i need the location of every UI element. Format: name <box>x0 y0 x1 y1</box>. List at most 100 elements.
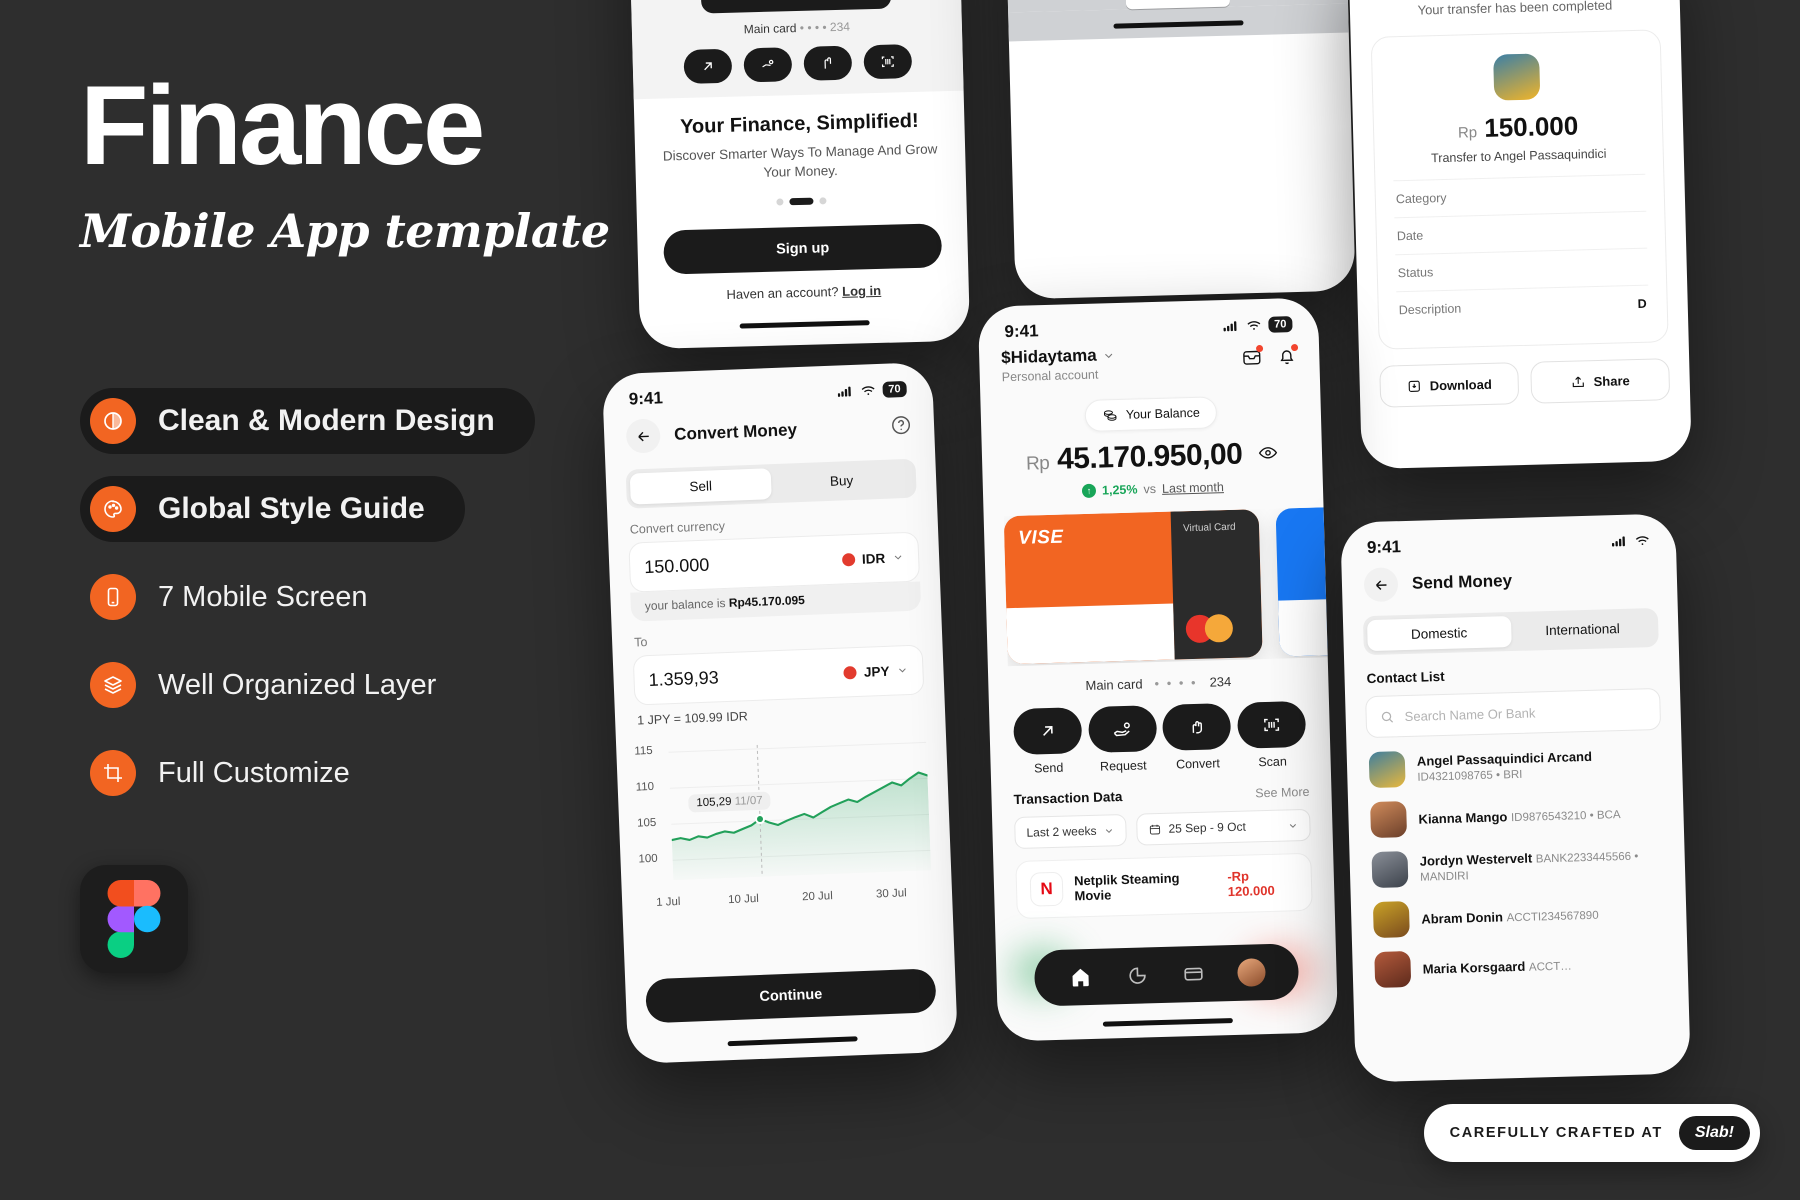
transaction-row[interactable]: N Netplik Steaming Movie -Rp 120.000 <box>1015 852 1313 920</box>
transaction-filters: Last 2 weeks 25 Sep - 9 Oct <box>1014 808 1311 850</box>
pie-chart-icon[interactable] <box>1124 962 1151 989</box>
merchant-logo-icon: N <box>1029 871 1064 907</box>
filter-date-value: 25 Sep - 9 Oct <box>1168 819 1247 836</box>
feature-label: Global Style Guide <box>158 492 425 525</box>
list-item[interactable]: Jordyn Westervelt BANK2233445566 • MANDI… <box>1371 844 1663 889</box>
to-currency-select[interactable]: JPY <box>843 663 909 680</box>
dot[interactable] <box>819 197 827 205</box>
signup-button[interactable]: Sign up <box>663 223 943 275</box>
see-more-link[interactable]: See More <box>1255 784 1310 800</box>
search-input[interactable]: Search Name Or Bank <box>1365 687 1662 739</box>
home-indicator <box>727 1036 858 1047</box>
filter-period-select[interactable]: Last 2 weeks <box>1014 813 1127 850</box>
contact-id: ACCTI234567890 <box>1506 909 1599 924</box>
from-currency-select[interactable]: IDR <box>841 550 905 567</box>
contact-id: ID4321098765 • BRI <box>1417 768 1523 784</box>
list-item[interactable]: Abram Donin ACCTI234567890 <box>1372 894 1665 939</box>
delta-period[interactable]: Last month <box>1162 480 1224 496</box>
avatar <box>1374 950 1412 988</box>
inbox-icon[interactable] <box>1241 347 1263 372</box>
login-link[interactable]: Log in <box>842 283 881 299</box>
download-button[interactable]: Download <box>1379 362 1520 408</box>
flag-icon <box>843 665 858 680</box>
chevron-down-icon <box>1105 353 1113 358</box>
screen-transfer-success: Transfer Successful Your transfer has be… <box>1348 0 1692 470</box>
feature-item-full-customize: Full Customize <box>80 740 390 806</box>
help-button[interactable] <box>890 413 913 439</box>
screen-title: Send Money <box>1411 571 1513 593</box>
tab-buy[interactable]: Buy <box>771 463 913 499</box>
wifi-icon <box>861 386 875 396</box>
feature-list: Clean & Modern Design Global Style Guide <box>80 388 680 806</box>
tab-domestic[interactable]: Domestic <box>1366 616 1512 652</box>
tab-international[interactable]: International <box>1510 612 1654 647</box>
card-expiry: E <box>1292 630 1301 643</box>
home-icon[interactable] <box>1067 964 1094 991</box>
contact-name: Abram Donin <box>1421 908 1504 927</box>
chevron-down-icon <box>894 555 902 560</box>
download-label: Download <box>1429 376 1492 393</box>
continue-button[interactable]: Continue <box>645 968 937 1024</box>
convert-icon[interactable] <box>803 45 853 81</box>
barcode-scan-icon <box>1236 700 1307 749</box>
balance-value: 45.170.950,00 <box>1056 437 1243 476</box>
home-indicator <box>1113 20 1244 29</box>
trend-up-icon: ↑ <box>1081 483 1097 499</box>
row-label: Description <box>1398 301 1462 318</box>
filter-date-range[interactable]: 25 Sep - 9 Oct <box>1136 808 1311 846</box>
share-button[interactable]: Share <box>1530 358 1671 404</box>
action-send[interactable]: Send <box>1011 707 1085 776</box>
feature-item-7-mobile-screen: 7 Mobile Screen <box>80 564 408 630</box>
card-front: H E <box>1276 507 1328 656</box>
list-item[interactable]: Maria Korsgaard ACCT… <box>1374 944 1666 988</box>
chevron-down-icon <box>899 668 906 673</box>
feature-item-global-style-guide: Global Style Guide <box>80 476 465 542</box>
receipt-card: Rp 150.000 Transfer to Angel Passaquindi… <box>1370 29 1669 350</box>
studio-logo: Slab! <box>1678 1116 1750 1150</box>
card-secondary[interactable]: H E <box>1275 507 1328 657</box>
notification-bell-icon[interactable] <box>1276 346 1298 371</box>
send-tabs: Domestic International <box>1362 607 1659 656</box>
home-indicator <box>1102 1018 1233 1027</box>
dot[interactable] <box>776 198 784 206</box>
download-icon <box>1408 380 1420 392</box>
list-item[interactable]: Angel Passaquindici Arcand ID4321098765 … <box>1368 744 1661 789</box>
avatar <box>1370 801 1408 839</box>
dot-active[interactable] <box>789 197 814 206</box>
eye-toggle-icon[interactable] <box>1258 437 1279 471</box>
feature-item-well-organized-layer: Well Organized Layer <box>80 652 476 718</box>
main-card-label: Main card <box>1085 676 1143 694</box>
avatar[interactable] <box>1236 958 1266 987</box>
action-request[interactable]: Request <box>1086 705 1160 774</box>
send-icon[interactable] <box>683 48 733 84</box>
card-carousel[interactable]: VISE Hidaytama Irsadanar Exp 09/25 Virtu… <box>1003 507 1328 666</box>
action-scan[interactable]: Scan <box>1235 700 1309 770</box>
action-convert[interactable]: Convert <box>1160 702 1234 772</box>
card-primary[interactable]: VISE Hidaytama Irsadanar Exp 09/25 Virtu… <box>1003 509 1263 665</box>
account-switcher[interactable]: $Hidaytama <box>1001 345 1116 368</box>
contact-account: ID9876543210 <box>1510 809 1587 824</box>
request-icon[interactable] <box>743 47 793 83</box>
balance-chip[interactable]: Your Balance <box>1084 396 1218 432</box>
receipt-row-description: Description D <box>1396 284 1650 329</box>
battery-level: 70 <box>1267 316 1293 333</box>
contact-account: ID4321098765 <box>1417 769 1494 784</box>
balance-currency: Rp <box>1025 452 1050 475</box>
y-tick-100: 100 <box>638 852 658 866</box>
status-time: 9:41 <box>1004 321 1039 342</box>
scan-icon[interactable] <box>863 44 913 80</box>
hand-icon <box>1162 702 1232 751</box>
onboarding-description: Discover Smarter Ways To Manage And Grow… <box>662 141 938 180</box>
back-button[interactable] <box>1363 567 1399 603</box>
row-label: Category <box>1395 190 1447 207</box>
avatar <box>1371 851 1409 889</box>
card-icon[interactable] <box>1180 961 1207 988</box>
screen-title: Convert Money <box>673 420 798 444</box>
avatar <box>1493 53 1541 101</box>
login-prompt-text: Haven an account? <box>726 283 839 302</box>
screen-keypad: Send 1 2 ABC 3 DEF 4 GHI 5 JKL <box>1000 0 1356 300</box>
screen-dashboard: 9:41 70 $Hidaytama Personal account Your… <box>977 297 1339 1042</box>
balance-value: Rp45.170.095 <box>728 592 806 610</box>
list-item[interactable]: Kianna Mango ID9876543210 • BCA <box>1370 794 1662 839</box>
action-label: Request <box>1099 758 1147 774</box>
